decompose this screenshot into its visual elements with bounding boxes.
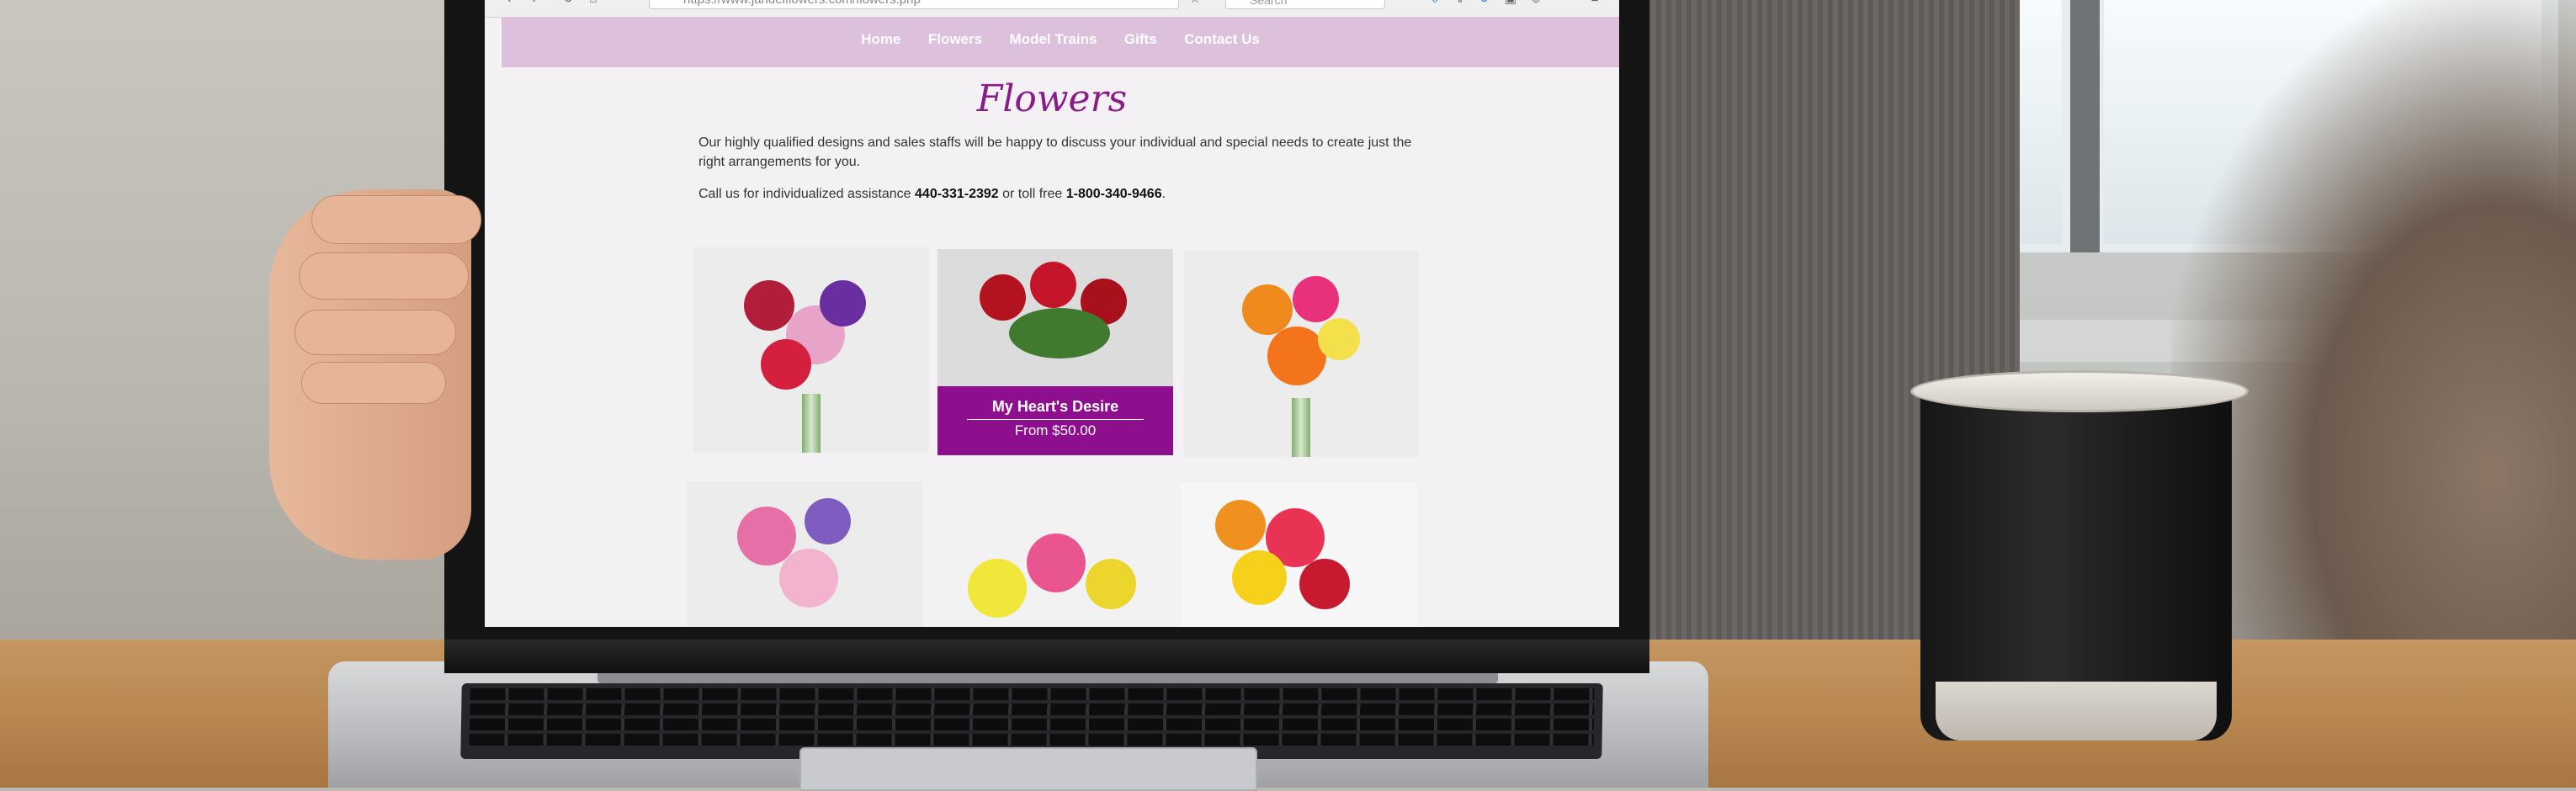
nav-home[interactable]: Home	[861, 17, 900, 62]
flower-photo	[1299, 559, 1350, 609]
caption-divider	[967, 419, 1144, 420]
account-icon[interactable]: ☺	[1528, 0, 1543, 7]
vase	[802, 394, 821, 453]
flower-photo	[761, 339, 811, 390]
finger	[301, 362, 446, 404]
contact-prefix: Call us for individualized assistance	[698, 187, 911, 201]
product-price: From $50.00	[1014, 422, 1097, 438]
product-tile[interactable]	[1183, 251, 1419, 457]
product-tile[interactable]	[693, 247, 929, 453]
flower-photo	[1293, 276, 1339, 322]
finger	[311, 195, 481, 244]
menu-icon[interactable]: ≡	[1587, 0, 1602, 7]
flower-photo	[744, 280, 794, 331]
library-icon[interactable]: ‖	[1453, 0, 1468, 7]
product-name[interactable]: My Heart's Desire	[937, 398, 1173, 416]
flower-photo	[779, 549, 838, 608]
product-tile[interactable]	[1182, 483, 1417, 627]
bookmark-star-icon[interactable]: ☆	[1187, 0, 1203, 7]
flower-photo	[1232, 550, 1287, 605]
contact-suffix: .	[1161, 187, 1166, 201]
finger	[295, 310, 456, 355]
product-tile[interactable]	[687, 481, 922, 627]
coffee-cup-rim	[1910, 370, 2249, 412]
flower-photo	[1215, 500, 1266, 550]
flower-photo	[1030, 262, 1076, 308]
phone-local[interactable]: 440-331-2392	[915, 187, 999, 201]
key-row	[469, 734, 1594, 746]
flower-photo	[820, 280, 866, 326]
product-tile[interactable]	[934, 483, 1170, 627]
download-icon[interactable]: ⇩	[1427, 0, 1442, 7]
nav-model-trains[interactable]: Model Trains	[1010, 17, 1097, 62]
laptop-screen: ‹ › ↻ ⌂ https://www.jandelflowers.com/fl…	[485, 0, 1619, 627]
flower-photo	[1009, 308, 1110, 358]
contact-middle: or toll free	[1002, 187, 1063, 201]
flower-photo	[980, 274, 1026, 321]
flower-photo	[805, 498, 851, 544]
flower-photo	[1086, 559, 1136, 609]
flower-photo	[1318, 318, 1360, 360]
key-row	[470, 703, 1595, 715]
coffee-cup-sleeve	[1936, 682, 2217, 741]
laptop-trackpad	[799, 747, 1257, 791]
window-frame	[2070, 0, 2100, 252]
contact-line: Call us for individualized assistance 44…	[698, 187, 1439, 202]
vase	[1292, 398, 1310, 457]
sync-icon[interactable]: ⟳	[1478, 0, 1493, 7]
page-title: Flowers	[976, 77, 1128, 120]
flower-photo	[1027, 534, 1086, 592]
nav-contact-us[interactable]: Contact Us	[1184, 17, 1260, 62]
browser-search-input[interactable]: Search	[1225, 0, 1385, 9]
site-nav: Home Flowers Model Trains Gifts Contact …	[502, 17, 1619, 67]
forward-icon[interactable]: ›	[527, 0, 542, 7]
home-icon[interactable]: ⌂	[586, 0, 601, 7]
browser-toolbar: ‹ › ↻ ⌂ https://www.jandelflowers.com/fl…	[485, 0, 1619, 18]
finger	[299, 252, 469, 300]
flower-photo	[1242, 284, 1293, 335]
back-icon[interactable]: ‹	[502, 0, 517, 7]
address-bar[interactable]: https://www.jandelflowers.com/flowers.ph…	[649, 0, 1179, 9]
laptop-chin	[444, 640, 1649, 673]
product-tile[interactable]: My Heart's Desire From $50.00	[937, 249, 1173, 455]
key-row	[470, 688, 1595, 700]
nav-flowers[interactable]: Flowers	[928, 17, 982, 62]
sidebar-icon[interactable]: ▣	[1503, 0, 1518, 7]
intro-paragraph: Our highly qualified designs and sales s…	[698, 135, 1412, 169]
phone-tollfree[interactable]: 1-800-340-9466	[1066, 187, 1162, 201]
flower-photo	[968, 559, 1027, 618]
product-caption: My Heart's Desire From $50.00	[937, 386, 1173, 455]
nav-gifts[interactable]: Gifts	[1124, 17, 1157, 62]
key-row	[469, 719, 1595, 730]
reload-icon[interactable]: ↻	[560, 0, 576, 7]
